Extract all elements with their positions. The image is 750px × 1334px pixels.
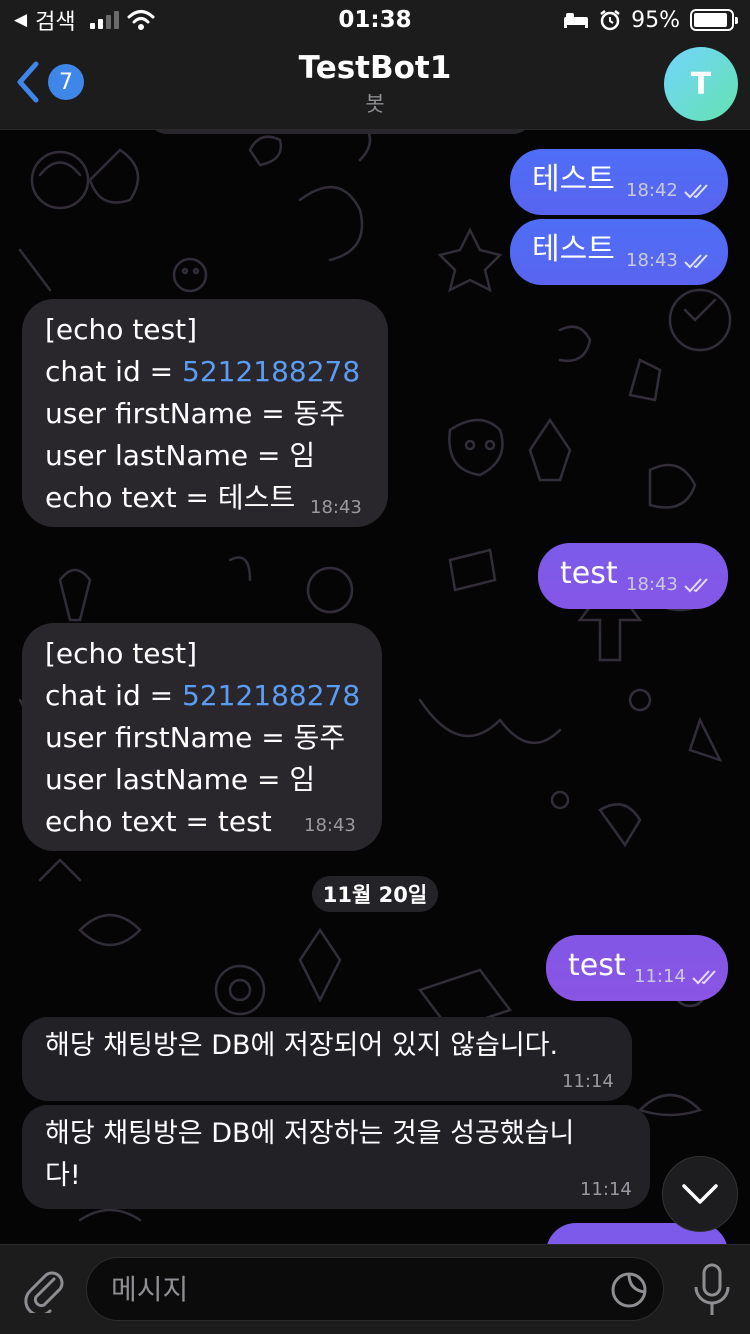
chat-title: TestBot1 [298,50,452,86]
message-meta: 11:14 [562,1071,614,1092]
message-bubble-outgoing[interactable]: 테스트 18:42 [510,149,728,215]
message-text: 테스트 [532,232,615,267]
message-input[interactable] [111,1258,591,1320]
chat-id-link[interactable]: 5212188278 [182,679,360,712]
message-line: [echo test] [45,313,198,346]
battery-percent: 95% [631,7,680,33]
status-bar-left: ◀ 검색 [14,4,155,36]
double-check-icon [684,253,708,268]
scroll-to-bottom-button[interactable] [662,1156,738,1232]
back-to-app-label[interactable]: 검색 [35,4,75,36]
message-line: user firstName = 동주 [45,721,346,754]
message-line: user firstName = 동주 [45,397,346,430]
back-to-app-icon[interactable]: ◀ [14,10,27,30]
sticker-icon[interactable] [609,1270,649,1310]
message-meta: 18:42 [626,180,712,201]
message-time: 18:43 [626,250,678,271]
message-bubble-outgoing[interactable]: test 18:43 [538,543,728,609]
double-check-icon [684,183,708,198]
message-time: 11:14 [580,1179,632,1200]
message-meta: 18:43 [304,815,356,836]
message-line: user lastName = 임 [45,763,316,796]
message-time: 18:43 [304,815,356,836]
message-bubble-incoming[interactable]: [echo test] chat id = 5212188278 user fi… [22,299,388,527]
message-time: 18:43 [310,497,362,518]
message-meta: 11:14 [580,1179,632,1200]
message-input-bar [0,1244,750,1334]
battery-icon [690,9,738,31]
double-check-icon [684,577,708,592]
avatar[interactable]: T [664,47,738,121]
paperclip-icon[interactable] [22,1265,66,1313]
message-body: [echo test] chat id = 5212188278 user fi… [45,633,360,843]
message-meta: 18:43 [626,250,712,271]
message-text: test [560,556,618,591]
status-bar: ◀ 검색 01:38 95% [0,0,750,40]
message-text: test [568,948,626,983]
double-check-icon [692,969,716,984]
chevron-down-icon [682,1184,718,1204]
message-field[interactable] [86,1257,664,1321]
message-meta: 18:43 [626,574,712,595]
message-bubble-outgoing[interactable]: 테스트 18:43 [510,219,728,285]
message-bubble-outgoing[interactable]: test 11:14 [546,935,728,1001]
chat-subtitle: 봇 [365,92,385,116]
status-bar-right: 95% [563,7,738,33]
message-time: 11:14 [634,966,686,987]
alarm-icon [600,10,620,31]
wifi-icon [127,10,155,30]
message-time: 18:42 [626,180,678,201]
message-line: [echo test] [45,637,198,670]
message-line: chat id = 5212188278 [45,351,360,393]
message-line: chat id = 5212188278 [45,675,360,717]
sleep-bed-icon [564,13,589,28]
microphone-icon[interactable] [692,1263,732,1317]
message-text: 테스트 [532,162,615,197]
message-bubble-partial [150,130,530,134]
message-bubble-incoming[interactable]: [echo test] chat id = 5212188278 user fi… [22,623,382,851]
message-meta: 11:14 [634,966,720,987]
message-body: [echo test] chat id = 5212188278 user fi… [45,309,360,519]
message-time: 18:43 [626,574,678,595]
message-bubble-incoming[interactable]: 해당 채팅방은 DB에 저장하는 것을 성공했습니 다! 11:14 [22,1105,650,1209]
chat-header: 7 TestBot1 봇 T [0,40,750,130]
chat-id-label: chat id = [45,355,182,388]
date-separator: 11월 20일 [312,876,438,912]
message-line: user lastName = 임 [45,439,316,472]
chat-id-link[interactable]: 5212188278 [182,355,360,388]
message-meta: 18:43 [310,497,362,518]
message-list: 테스트 18:42 테스트 18:43 [echo test] chat id … [0,130,750,1244]
chat-id-label: chat id = [45,679,182,712]
message-time: 11:14 [562,1071,614,1092]
message-text: 해당 채팅방은 DB에 저장되어 있지 않습니다. [45,1030,559,1061]
cellular-signal-icon [89,11,119,29]
message-bubble-incoming[interactable]: 해당 채팅방은 DB에 저장되어 있지 않습니다. 11:14 [22,1017,632,1101]
message-text: 해당 채팅방은 DB에 저장하는 것을 성공했습니 다! [45,1118,575,1191]
chat-title-block[interactable]: TestBot1 봇 [0,50,750,118]
